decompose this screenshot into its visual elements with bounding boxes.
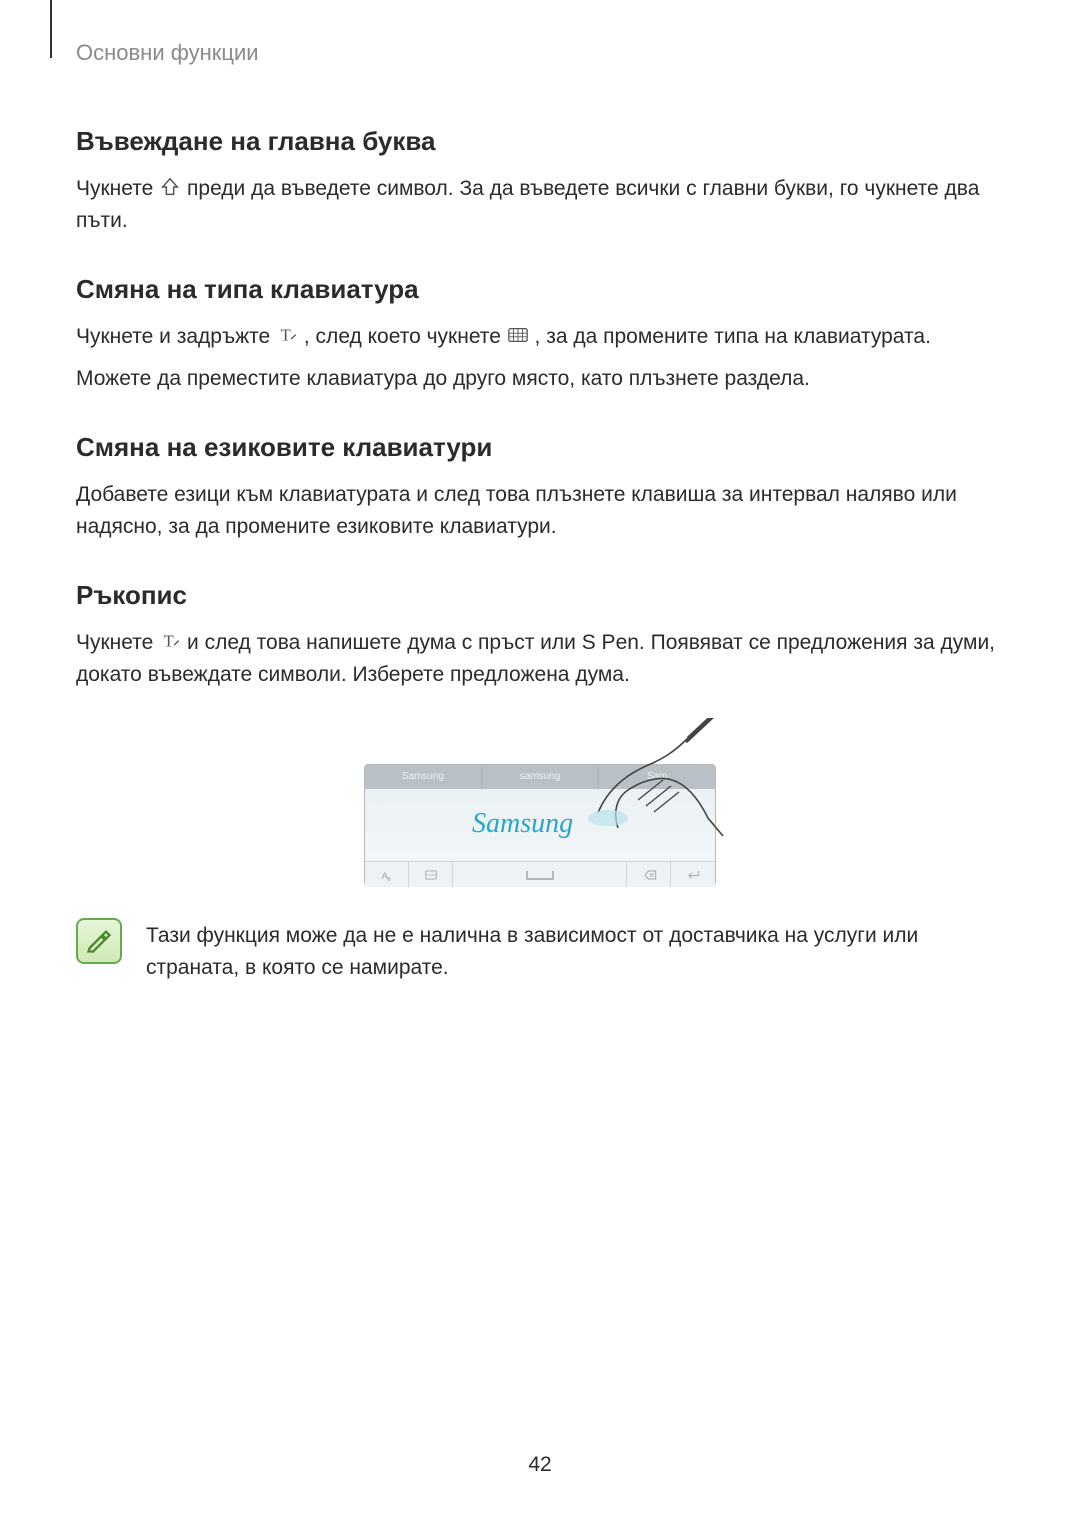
text: , за да промените типа на клавиатурата. [535,325,931,348]
suggestion-item: Samsung [365,765,482,789]
text: , след което чукнете [304,325,507,348]
figure-hand-illustration [568,718,728,838]
text: Чукнете и задръжте [76,325,276,348]
para-handwriting: Чукнете T и след това напишете дума с пр… [76,627,1004,690]
heading-kbtype: Смяна на типа клавиатура [76,274,1004,305]
para-caps: Чукнете преди да въведете символ. За да … [76,173,1004,236]
margin-tab-line [50,0,52,58]
heading-lang: Смяна на езиковите клавиатури [76,432,1004,463]
heading-handwriting: Ръкопис [76,580,1004,611]
t-pen-icon: T [159,630,181,652]
figure-key: Aa [365,862,409,887]
note-block: Тази функция може да не е налична в зави… [76,918,1004,983]
breadcrumb: Основни функции [76,40,1004,66]
figure-space-key [453,862,627,887]
figure-backspace-key [627,862,671,887]
svg-text:T: T [281,326,291,345]
note-text: Тази функция може да не е налична в зави… [146,918,1004,983]
t-pen-icon: T [276,324,298,346]
para-kbtype-1: Чукнете и задръжте T , след което чукнет… [76,321,1004,353]
svg-text:a: a [387,875,391,882]
document-page: Основни функции Въвеждане на главна букв… [0,0,1080,1527]
text: и след това напишете дума с пръст или S … [76,631,995,686]
shift-icon [159,176,181,198]
handwriting-figure: Samsung samsung Sam Samsung Aa [364,718,716,888]
note-icon [76,918,122,964]
keyboard-grid-icon [507,324,529,346]
text: Чукнете [76,177,159,200]
svg-text:T: T [164,632,174,651]
figure-handwriting-text: Samsung [472,808,573,840]
figure-bottom-row: Aa [365,861,715,887]
heading-caps: Въвеждане на главна буква [76,126,1004,157]
figure-key [409,862,453,887]
text: Чукнете [76,631,159,654]
text: преди да въведете символ. За да въведете… [76,177,979,232]
para-kbtype-2: Можете да преместите клавиатура до друго… [76,363,1004,395]
para-lang: Добавете езици към клавиатурата и след т… [76,479,1004,542]
page-number: 42 [0,1453,1080,1477]
figure-enter-key [671,862,715,887]
